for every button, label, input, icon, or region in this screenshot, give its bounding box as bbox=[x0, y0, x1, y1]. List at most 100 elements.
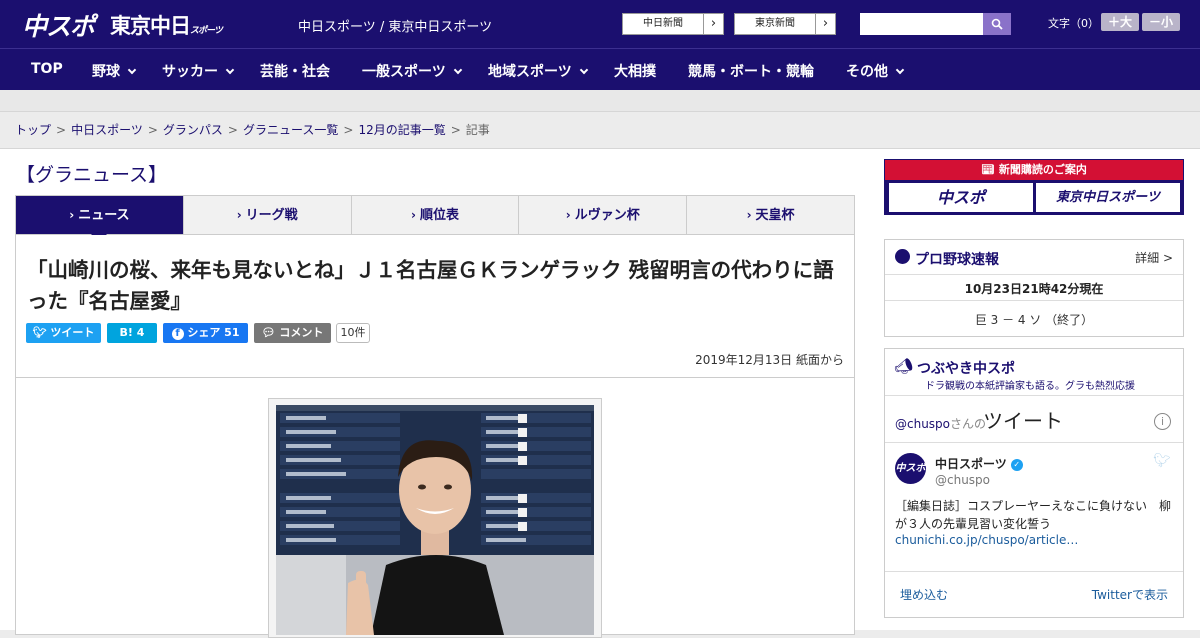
nav-label: 地域スポーツ bbox=[488, 64, 572, 80]
embed-link[interactable]: 埋め込む bbox=[900, 586, 948, 603]
tab-levain-cup[interactable]: › ルヴァン杯 bbox=[518, 196, 686, 234]
hatena-bookmark-button[interactable]: B! 4 bbox=[107, 323, 157, 343]
tab-label: 順位表 bbox=[419, 208, 459, 223]
nav-label: その他 bbox=[846, 64, 888, 80]
article-date: 2019年12月13日 紙面から bbox=[695, 353, 844, 367]
tweet-link[interactable]: chunichi.co.jp/chuspo/article… bbox=[895, 533, 1078, 547]
tokyo-shimbun-link[interactable]: 東京新聞 › bbox=[734, 13, 836, 35]
subscription-banner-title: 📰︎ 新聞購読のご案内 bbox=[885, 160, 1183, 180]
twitter-handle[interactable]: @chuspoさんの bbox=[895, 415, 986, 432]
tokyo-chunichi-logo[interactable]: 東京中日スポーツ bbox=[110, 10, 223, 40]
tab-news[interactable]: › ニュース bbox=[16, 196, 183, 242]
chuspo-subscribe-link[interactable]: 中スポ bbox=[889, 183, 1033, 212]
nav-other[interactable]: その他 bbox=[846, 61, 905, 81]
twitter-handle-suffix: さんの bbox=[950, 417, 987, 431]
chuspo-logo[interactable]: 中スポ bbox=[22, 7, 95, 43]
verified-icon: ✓ bbox=[1010, 458, 1023, 471]
baseball-scores-box: プロ野球速報 詳細 > 10月23日21時42分現在 巨 3 － 4 ソ （終了… bbox=[884, 239, 1184, 337]
tokyo-chunichi-subscribe-link[interactable]: 東京中日スポーツ bbox=[1036, 183, 1180, 212]
section-title: 【グラニュース】 bbox=[16, 164, 168, 186]
font-size-label: 文字（0） bbox=[1048, 17, 1099, 30]
search-button[interactable] bbox=[983, 13, 1011, 35]
tokyo-logo-small: スポーツ bbox=[190, 26, 223, 36]
chevron-down-icon bbox=[579, 65, 588, 75]
article-photo[interactable] bbox=[276, 405, 594, 635]
chunichi-link-label: 中日新聞 bbox=[643, 18, 683, 29]
chunichi-shimbun-link[interactable]: 中日新聞 › bbox=[622, 13, 724, 35]
top-header: 中スポ 東京中日スポーツ 中日スポーツ / 東京中日スポーツ 中日新聞 › 東京… bbox=[0, 0, 1200, 48]
baseball-game-score[interactable]: 巨 3 － 4 ソ （終了） bbox=[885, 311, 1183, 328]
baseball-scores-title: プロ野球速報 bbox=[915, 252, 999, 268]
megaphone-icon: 📣︎ bbox=[894, 357, 914, 375]
chevron-down-icon bbox=[225, 65, 235, 75]
article-headline: 「山崎川の桜、来年も見ないとね」Ｊ１名古屋ＧＫランゲラック 残留明言の代わりに語… bbox=[27, 258, 834, 313]
tab-league[interactable]: › リーグ戦 bbox=[182, 196, 351, 234]
search-icon bbox=[991, 18, 1003, 30]
chevron-right-icon: › bbox=[703, 14, 723, 34]
font-smaller-button[interactable]: －小 bbox=[1142, 13, 1180, 31]
breadcrumb-current: 記事 bbox=[465, 123, 490, 137]
breadcrumb-news-list[interactable]: グラニュース一覧 bbox=[243, 123, 338, 137]
view-on-twitter-link[interactable]: Twitterで表示 bbox=[1092, 586, 1168, 603]
chevron-right-icon: › bbox=[746, 208, 752, 222]
tweet-author-name-text: 中日スポーツ bbox=[935, 457, 1007, 471]
breadcrumb-sep: > bbox=[343, 123, 354, 137]
font-larger-button[interactable]: ＋大 bbox=[1101, 13, 1139, 31]
baseball-details-link[interactable]: 詳細 > bbox=[1135, 249, 1173, 266]
tokyo-logo-text: 東京中日 bbox=[110, 14, 191, 38]
nav-label: 一般スポーツ bbox=[362, 64, 446, 80]
twitter-bird-icon[interactable]: 🐦︎ bbox=[1153, 453, 1171, 469]
fb-share-label: シェア 51 bbox=[187, 326, 240, 339]
chevron-right-icon: › bbox=[565, 208, 571, 222]
tweet-author-handle[interactable]: @chuspo bbox=[935, 473, 990, 487]
comment-button[interactable]: 💬︎ コメント bbox=[254, 323, 331, 343]
breadcrumb-grampus[interactable]: グランパス bbox=[163, 123, 223, 137]
baseball-update-time: 10月23日21時42分現在 bbox=[964, 282, 1104, 296]
twitter-handle-text: @chuspo bbox=[895, 417, 951, 431]
tweet-label: ツイート bbox=[50, 326, 95, 339]
nav-sumo[interactable]: 大相撲 bbox=[614, 61, 656, 81]
comment-label: コメント bbox=[279, 326, 324, 339]
nav-label: 大相撲 bbox=[614, 64, 656, 80]
nav-top[interactable]: TOP bbox=[31, 61, 63, 77]
nav-baseball[interactable]: 野球 bbox=[92, 61, 137, 81]
tab-standings[interactable]: › 順位表 bbox=[350, 196, 519, 234]
search-input[interactable] bbox=[860, 13, 983, 35]
breadcrumb-chuspo[interactable]: 中日スポーツ bbox=[71, 123, 143, 137]
chevron-down-icon bbox=[453, 65, 462, 75]
comment-count-badge[interactable]: 10件 bbox=[336, 323, 370, 343]
divider bbox=[885, 571, 1183, 572]
chevron-down-icon bbox=[127, 65, 137, 75]
facebook-share-button[interactable]: f シェア 51 bbox=[163, 323, 248, 343]
chevron-right-icon: › bbox=[69, 208, 75, 222]
tweet-author-name[interactable]: 中日スポーツ ✓ bbox=[935, 455, 1023, 472]
facebook-icon: f bbox=[171, 328, 184, 340]
nav-label: TOP bbox=[31, 61, 63, 77]
chevron-right-icon: › bbox=[411, 208, 416, 222]
nav-general-sports[interactable]: 一般スポーツ bbox=[362, 61, 462, 81]
breadcrumb-sep: > bbox=[450, 123, 461, 137]
nav-entertainment[interactable]: 芸能・社会 bbox=[260, 61, 330, 81]
tweet-button[interactable]: 🐦︎ ツイート bbox=[26, 323, 101, 343]
nav-local-sports[interactable]: 地域スポーツ bbox=[488, 61, 588, 81]
breadcrumb: トップ > 中日スポーツ > グランパス > グラニュース一覧 >12月の記事一覧 > 記事 bbox=[15, 121, 490, 138]
main-nav: TOP 野球 サッカー 芸能・社会 一般スポーツ 地域スポーツ 大相撲 競馬・ボ… bbox=[0, 48, 1200, 90]
newspaper-icon: 📰︎ bbox=[981, 163, 996, 176]
divider bbox=[16, 377, 854, 378]
breadcrumb-top[interactable]: トップ bbox=[15, 123, 51, 137]
info-icon[interactable]: i bbox=[1154, 413, 1171, 430]
breadcrumb-sep: > bbox=[227, 123, 238, 137]
tab-label: ニュース bbox=[78, 208, 130, 223]
nav-label: サッカー bbox=[162, 64, 218, 80]
subscription-banner[interactable]: 📰︎ 新聞購読のご案内 中スポ 東京中日スポーツ bbox=[884, 159, 1184, 215]
subscription-title-text: 新聞購読のご案内 bbox=[998, 163, 1087, 176]
nav-soccer[interactable]: サッカー bbox=[162, 61, 235, 81]
breadcrumb-december[interactable]: 12月の記事一覧 bbox=[358, 123, 445, 137]
nav-keiba[interactable]: 競馬・ボート・競輪 bbox=[688, 61, 814, 81]
divider bbox=[885, 274, 1183, 275]
tab-label: ルヴァン杯 bbox=[574, 208, 640, 223]
avatar[interactable]: 中スポ bbox=[895, 453, 926, 484]
tab-emperors-cup[interactable]: › 天皇杯 bbox=[686, 196, 854, 234]
chevron-right-icon: › bbox=[236, 208, 242, 222]
twitter-bird-icon: 🐦︎ bbox=[32, 326, 47, 339]
